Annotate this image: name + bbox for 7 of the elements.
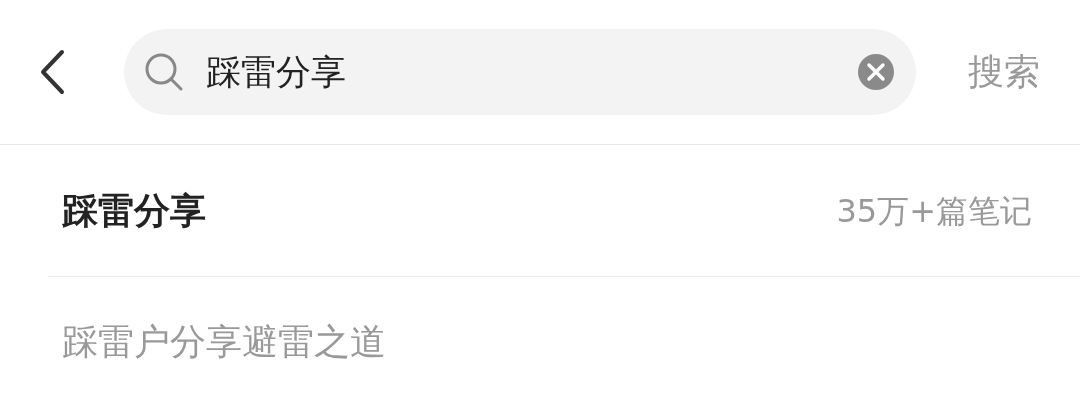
note-count: 35万+篇笔记: [836, 194, 1032, 227]
search-field[interactable]: 踩雷分享: [124, 29, 916, 115]
topic-title[interactable]: 踩雷分享: [62, 192, 206, 229]
search-icon: [144, 52, 184, 92]
back-icon[interactable]: [38, 49, 66, 95]
clear-icon[interactable]: [858, 54, 894, 90]
search-query: 踩雷分享: [206, 54, 346, 90]
